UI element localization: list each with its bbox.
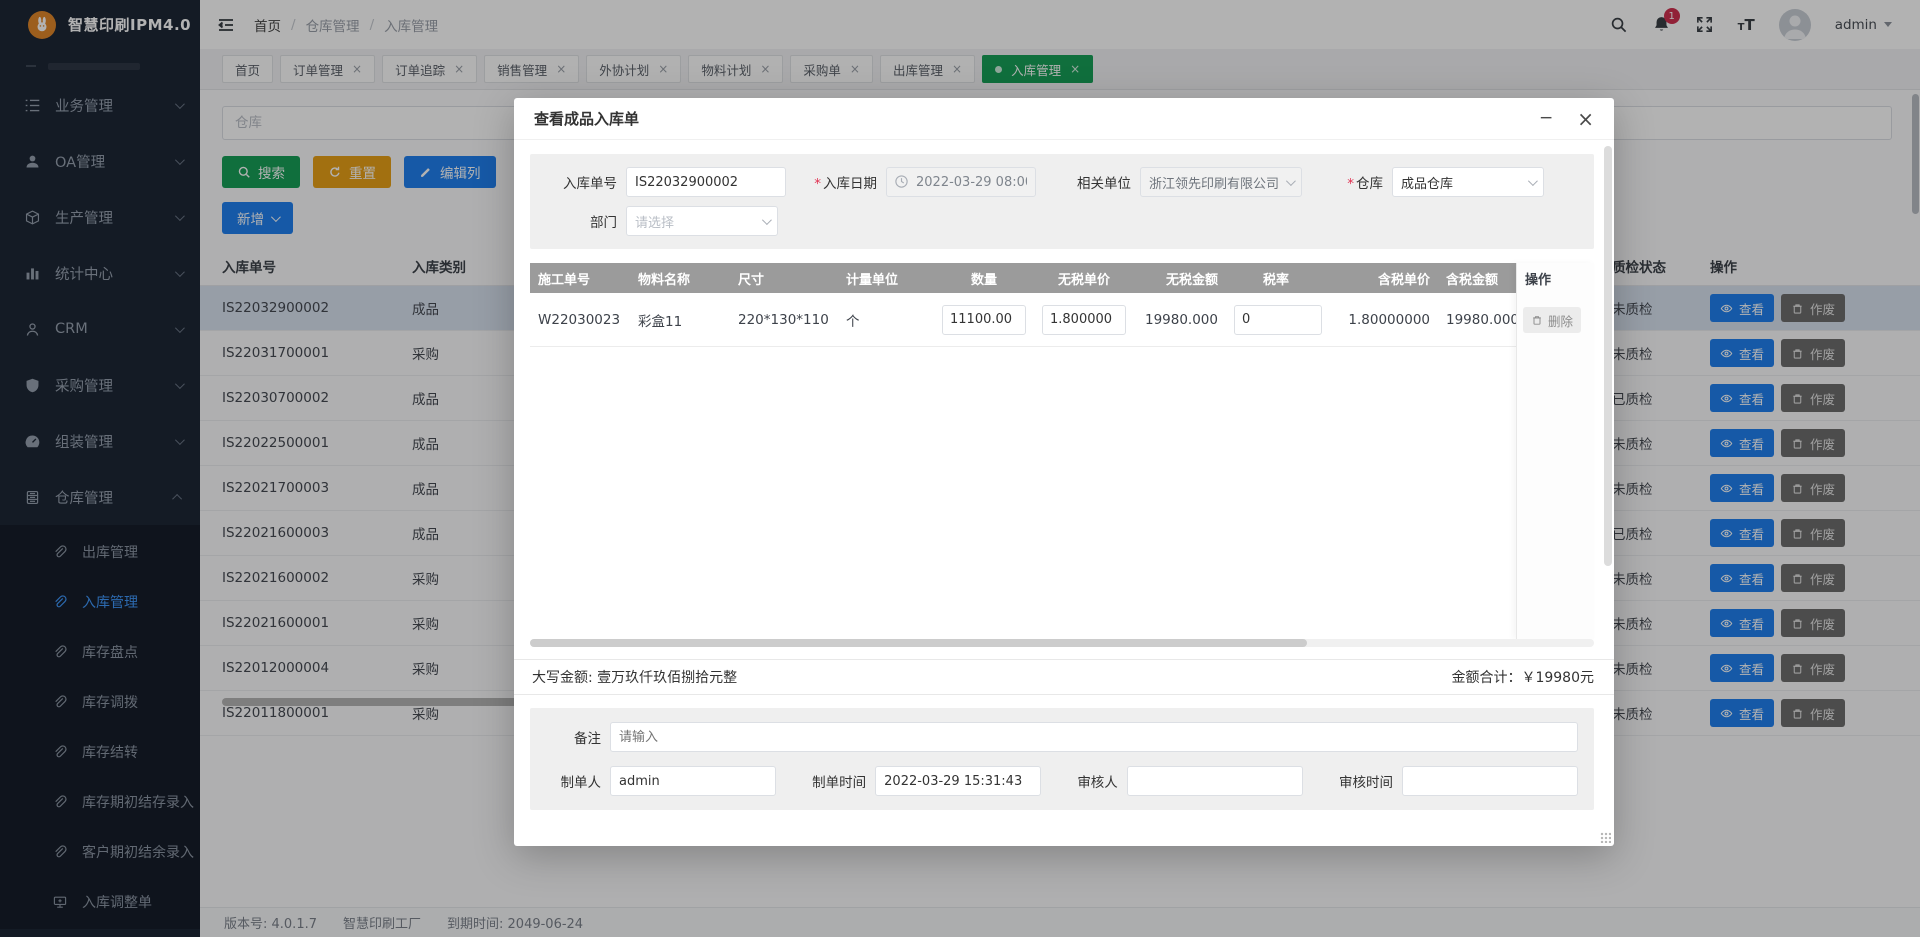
amount-total: 金额合计：￥19980元 xyxy=(1451,667,1594,687)
creator-label: 制单人 xyxy=(546,771,610,791)
department-select[interactable]: 请选择 xyxy=(626,206,778,236)
remark-panel: 备注 制单人 制单时间 审核人 审核时间 xyxy=(530,708,1594,810)
operation-column: 操作 删除 xyxy=(1516,263,1594,639)
amount: 19980.000 xyxy=(1134,312,1226,328)
detail-table-header: 施工单号 物料名称 尺寸 计量单位 数量 无税单价 无税金额 税率 含税单价 含… xyxy=(530,263,1594,293)
order-info-panel: 入库单号 *入库日期 相关单位 浙江领先印刷有限公司 *仓库 成品仓库 xyxy=(530,154,1594,249)
measure-unit: 个 xyxy=(838,310,934,330)
modal-horizontal-scrollbar[interactable] xyxy=(530,639,1594,647)
detail-table: 施工单号 物料名称 尺寸 计量单位 数量 无税单价 无税金额 税率 含税单价 含… xyxy=(530,263,1594,647)
clock-icon xyxy=(894,174,909,189)
amount-summary: 大写金额: 壹万玖仟玖佰捌拾元整 金额合计：￥19980元 xyxy=(514,659,1614,695)
close-icon[interactable]: × xyxy=(1577,109,1594,129)
qty-input[interactable] xyxy=(942,305,1026,335)
remark-label: 备注 xyxy=(546,727,610,747)
date-label: *入库日期 xyxy=(786,172,886,192)
modal-vertical-scrollbar[interactable] xyxy=(1604,146,1612,840)
remark-input[interactable] xyxy=(610,722,1578,752)
trash-icon xyxy=(1531,314,1543,326)
chevron-down-icon xyxy=(1286,176,1296,186)
chevron-down-icon xyxy=(762,215,772,225)
auditor-input[interactable] xyxy=(1127,766,1303,796)
minimize-icon[interactable]: − xyxy=(1539,110,1553,127)
size: 220*130*110 xyxy=(730,312,838,328)
create-time-label: 制单时间 xyxy=(812,771,875,791)
create-time-input[interactable] xyxy=(875,766,1041,796)
unit-select[interactable]: 浙江领先印刷有限公司 xyxy=(1140,167,1302,197)
audit-time-label: 审核时间 xyxy=(1339,771,1402,791)
price-input[interactable] xyxy=(1042,305,1126,335)
required-star: * xyxy=(814,176,821,192)
modal-title: 查看成品入库单 xyxy=(534,108,639,129)
creator-input[interactable] xyxy=(610,766,776,796)
modal-body: 入库单号 *入库日期 相关单位 浙江领先印刷有限公司 *仓库 成品仓库 xyxy=(514,140,1614,846)
chevron-down-icon xyxy=(1528,176,1538,186)
tax-price: 1.80000000 xyxy=(1326,312,1438,328)
scrollbar-thumb[interactable] xyxy=(1604,146,1612,566)
audit-time-input[interactable] xyxy=(1402,766,1578,796)
material-name: 彩盒11 xyxy=(630,310,730,330)
unit-label: 相关单位 xyxy=(1036,172,1140,192)
warehouse-select[interactable]: 成品仓库 xyxy=(1392,167,1544,197)
detail-row: W22030023 彩盒11 220*130*110 个 19980.000 1… xyxy=(530,293,1594,347)
auditor-label: 审核人 xyxy=(1077,771,1127,791)
resize-handle[interactable] xyxy=(1600,832,1611,843)
modal-header: 查看成品入库单 − × xyxy=(514,98,1614,140)
view-inbound-order-modal: 查看成品入库单 − × 入库单号 *入库日期 相关单位 浙江领先印刷有限公司 xyxy=(514,98,1614,846)
order-no-input[interactable] xyxy=(626,167,786,197)
department-label: 部门 xyxy=(540,211,626,231)
order-no-label: 入库单号 xyxy=(540,172,626,192)
required-star: * xyxy=(1347,176,1354,192)
date-field[interactable] xyxy=(886,167,1036,197)
amount-in-words: 大写金额: 壹万玖仟玖佰捌拾元整 xyxy=(532,667,737,687)
scrollbar-thumb[interactable] xyxy=(530,639,1307,647)
work-no: W22030023 xyxy=(530,312,630,328)
warehouse-label: *仓库 xyxy=(1302,172,1392,192)
delete-row-button[interactable]: 删除 xyxy=(1523,307,1581,333)
tax-rate-input[interactable] xyxy=(1234,305,1322,335)
